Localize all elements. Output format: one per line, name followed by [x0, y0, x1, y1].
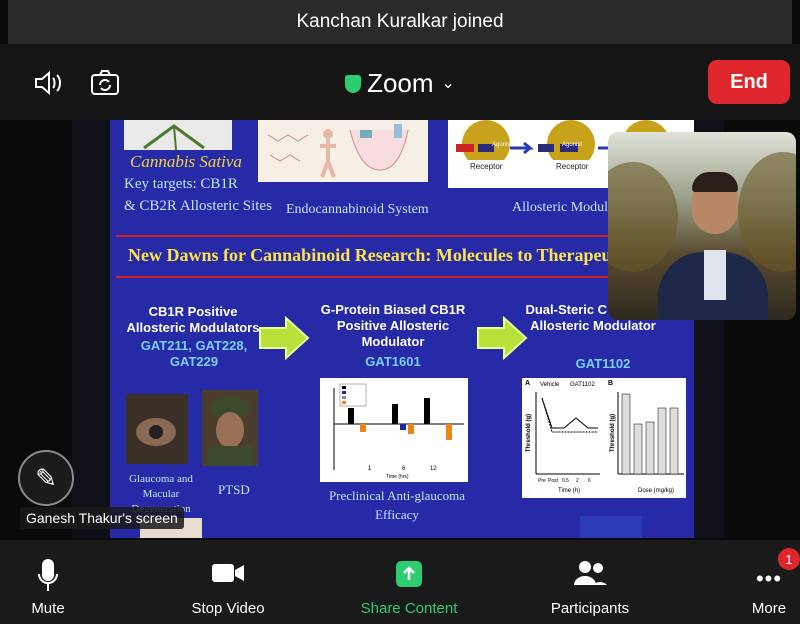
more-dots-icon: •••	[755, 566, 783, 591]
col1-title: CB1R Positive Allosteric Modulators	[126, 304, 260, 335]
col2-compound: GAT1601	[365, 354, 421, 369]
legend-gat1102: GAT1102	[570, 382, 595, 388]
panel-a-label: A	[525, 380, 531, 387]
col3-compound: GAT1102	[575, 356, 631, 371]
more-label: More	[751, 600, 787, 617]
pen-icon[interactable]: ✎	[18, 450, 74, 506]
join-notification-text: Kanchan Kuralkar joined	[296, 11, 504, 32]
cannabis-targets-line2: & CB2R Allosteric Sites	[124, 198, 272, 214]
bottom-toolbar: Mute Stop Video Share Content Participan…	[0, 540, 800, 624]
agonist-label: Agonist	[492, 142, 513, 148]
participant-hair	[692, 172, 738, 192]
meeting-title-text: Zoom	[367, 68, 434, 98]
participants-button[interactable]: Participants	[542, 540, 638, 624]
cannabis-targets-line1: Key targets: CB1R	[124, 176, 238, 192]
ptsd-soldier-image	[202, 390, 258, 466]
join-notification: Kanchan Kuralkar joined	[8, 0, 792, 44]
slide-headline: New Dawns for Cannabinoid Research: Mole…	[128, 245, 648, 265]
panel-b-label: B	[608, 380, 614, 387]
background-tree	[608, 162, 678, 272]
participants-label: Participants	[550, 600, 630, 617]
col1-compounds: GAT211, GAT228, GAT229	[140, 338, 248, 369]
line-xtick-6: 6	[588, 478, 591, 484]
line-xtick-0-5: 0.5	[562, 478, 569, 484]
ylabel-threshold-b: Threshold (g)	[610, 413, 617, 453]
legend-vehicle: Vehicle	[540, 382, 560, 388]
cannabis-title: Cannabis Sativa	[130, 152, 242, 171]
participants-icon	[573, 560, 607, 590]
share-arrow-icon	[395, 560, 423, 592]
more-notification-badge: 1	[778, 548, 800, 570]
brain-image	[580, 516, 642, 538]
screen-share-label: Ganesh Thakur's screen	[20, 507, 184, 529]
line-xtick-2: 2	[576, 478, 579, 484]
cannabis-leaf-image	[124, 120, 232, 151]
receptor-label-2: Receptor	[556, 162, 589, 171]
microphone-icon	[36, 558, 60, 598]
share-content-label: Share Content	[360, 600, 458, 617]
mute-label: Mute	[31, 600, 65, 617]
ylabel-threshold-a: Threshold (g)	[526, 413, 533, 453]
gat1601-bar-chart: 1 6 12 Time (hrs)	[320, 378, 468, 482]
bar-xtick-1: 1	[368, 466, 372, 472]
video-camera-icon	[211, 562, 245, 588]
gat1102-charts: A B Vehicle GAT1102 Threshold (g) Thresh…	[522, 378, 686, 498]
stop-video-button[interactable]: Stop Video	[180, 540, 276, 624]
endocannabinoid-diagram	[258, 120, 428, 182]
background-tree-2	[738, 152, 796, 272]
security-shield-icon	[345, 75, 362, 93]
endocannabinoid-label: Endocannabinoid System	[286, 202, 429, 217]
participant-shirt	[704, 250, 726, 300]
arrow-right-icon	[259, 316, 310, 360]
agonist-label-2: Agonist	[562, 142, 583, 148]
bar-xtick-12: 12	[430, 466, 437, 472]
preclinical-caption: Preclinical Anti-glaucoma Efficacy	[328, 488, 466, 522]
receptor-label: Receptor	[470, 162, 503, 171]
col2-title: G-Protein Biased CB1R Positive Allosteri…	[320, 302, 466, 349]
mute-button[interactable]: Mute	[8, 540, 88, 624]
stop-video-label: Stop Video	[191, 600, 265, 617]
chevron-down-icon: ⌄	[441, 75, 455, 92]
ptsd-caption: PTSD	[218, 482, 250, 497]
bar-xtick-6: 6	[402, 466, 406, 472]
presentation-slide: Receptor Receptor Agonist Agonist Cannab…	[110, 120, 694, 538]
share-content-button[interactable]: Share Content	[356, 540, 462, 624]
line-xtick-post: Post	[548, 478, 559, 484]
glaucoma-eye-image	[126, 394, 188, 464]
meeting-title[interactable]: Zoom ⌄	[0, 68, 800, 99]
top-bar: Zoom ⌄ End	[0, 44, 800, 120]
zoom-meeting-screen: Kanchan Kuralkar joined Zoom ⌄ End Recep…	[0, 0, 800, 624]
xlabel-dose: Dose (mg/kg)	[638, 488, 675, 494]
bar-xlabel: Time (hrs)	[386, 474, 409, 480]
end-button[interactable]: End	[708, 60, 790, 104]
participant-video-tile[interactable]	[608, 132, 796, 320]
xlabel-time: Time (h)	[558, 488, 581, 494]
line-xtick-pre: Pre	[538, 478, 546, 484]
